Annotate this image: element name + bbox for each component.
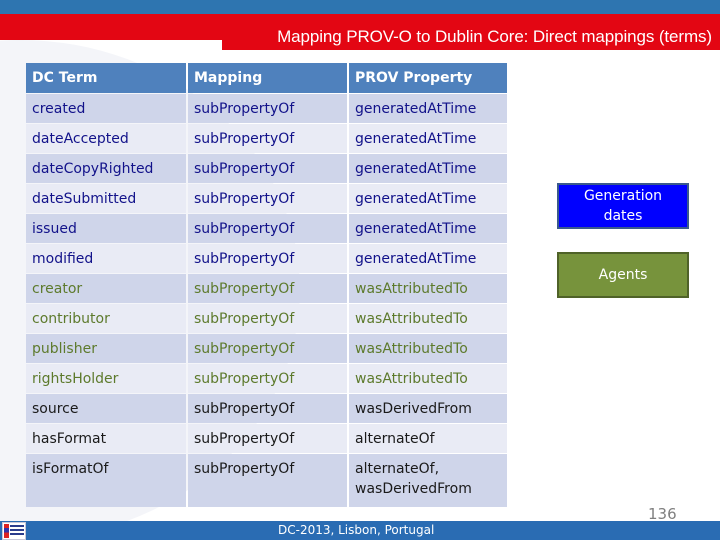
table-row: creator subPropertyOf wasAttributedTo [26, 274, 507, 303]
prov-property-cell: alternateOf [349, 424, 507, 453]
mapping-cell: subPropertyOf [188, 424, 347, 453]
table-row: issued subPropertyOf generatedAtTime [26, 214, 507, 243]
mapping-cell: subPropertyOf [188, 334, 347, 363]
prov-property-cell: wasAttributedTo [349, 274, 507, 303]
logo-stripe [4, 524, 9, 538]
mapping-cell: subPropertyOf [188, 304, 347, 333]
dc-term-cell: source [26, 394, 186, 423]
legend-agents: Agents [557, 252, 689, 298]
table-row: source subPropertyOf wasDerivedFrom [26, 394, 507, 423]
table-row: publisher subPropertyOf wasAttributedTo [26, 334, 507, 363]
dc-term-cell: dateCopyRighted [26, 154, 186, 183]
header-dc-term: DC Term [26, 63, 186, 93]
table-header-row: DC Term Mapping PROV Property [26, 63, 507, 93]
dc-term-cell: contributor [26, 304, 186, 333]
conference-logo-icon [2, 522, 26, 540]
slide-title: Mapping PROV-O to Dublin Core: Direct ma… [277, 27, 712, 46]
prov-property-cell: generatedAtTime [349, 214, 507, 243]
dc-term-cell: creator [26, 274, 186, 303]
mapping-cell: subPropertyOf [188, 454, 347, 507]
table-row: dateSubmitted subPropertyOf generatedAtTim… [26, 184, 507, 213]
prov-property-cell: generatedAtTime [349, 124, 507, 153]
dc-term-cell: created [26, 94, 186, 123]
mapping-cell: subPropertyOf [188, 244, 347, 273]
prov-property-cell: wasAttributedTo [349, 364, 507, 393]
table-row: rightsHolder subPropertyOf wasAttributedTo [26, 364, 507, 393]
table-row: created subPropertyOf generatedAtTime [26, 94, 507, 123]
prov-property-cell: alternateOf, wasDerivedFrom [349, 454, 507, 507]
dc-term-cell: rightsHolder [26, 364, 186, 393]
dc-term-cell: modified [26, 244, 186, 273]
dc-term-cell: isFormatOf [26, 454, 186, 507]
footer-text: DC-2013, Lisbon, Portugal [278, 523, 435, 537]
prov-property-cell: generatedAtTime [349, 184, 507, 213]
mapping-cell: subPropertyOf [188, 94, 347, 123]
legend-agents-label: Agents [598, 267, 648, 283]
mapping-cell: subPropertyOf [188, 364, 347, 393]
legend-generation-dates-label: Generation dates [583, 188, 663, 224]
prov-property-cell: generatedAtTime [349, 244, 507, 273]
prov-property-cell: wasAttributedTo [349, 334, 507, 363]
mapping-cell: subPropertyOf [188, 274, 347, 303]
mapping-cell: subPropertyOf [188, 184, 347, 213]
table-row: dateAccepted subPropertyOf generatedAtTime [26, 124, 507, 153]
dc-term-cell: issued [26, 214, 186, 243]
mapping-cell: subPropertyOf [188, 124, 347, 153]
dc-term-cell: dateAccepted [26, 124, 186, 153]
table-row: dateCopyRighted subPropertyOf generatedAtT… [26, 154, 507, 183]
header-mapping: Mapping [188, 63, 347, 93]
table-row: isFormatOf subPropertyOf alternateOf, wasDe… [26, 454, 507, 507]
table-row: modified subPropertyOf generatedAtTime [26, 244, 507, 273]
mapping-cell: subPropertyOf [188, 154, 347, 183]
top-accent-bar [0, 0, 720, 14]
dc-term-cell: hasFormat [26, 424, 186, 453]
mapping-table: DC Term Mapping PROV Property created sub… [24, 62, 509, 508]
mapping-cell: subPropertyOf [188, 394, 347, 423]
mapping-cell: subPropertyOf [188, 214, 347, 243]
prov-property-cell: wasAttributedTo [349, 304, 507, 333]
table-row: contributor subPropertyOf wasAttributedTo [26, 304, 507, 333]
logo-text-lines [10, 525, 24, 537]
dc-term-cell: publisher [26, 334, 186, 363]
prov-property-cell: generatedAtTime [349, 154, 507, 183]
prov-property-cell: generatedAtTime [349, 94, 507, 123]
header-prov-property: PROV Property [349, 63, 507, 93]
dc-term-cell: dateSubmitted [26, 184, 186, 213]
legend-generation-dates: Generation dates [557, 183, 689, 229]
prov-property-cell: wasDerivedFrom [349, 394, 507, 423]
table-row: hasFormat subPropertyOf alternateOf [26, 424, 507, 453]
